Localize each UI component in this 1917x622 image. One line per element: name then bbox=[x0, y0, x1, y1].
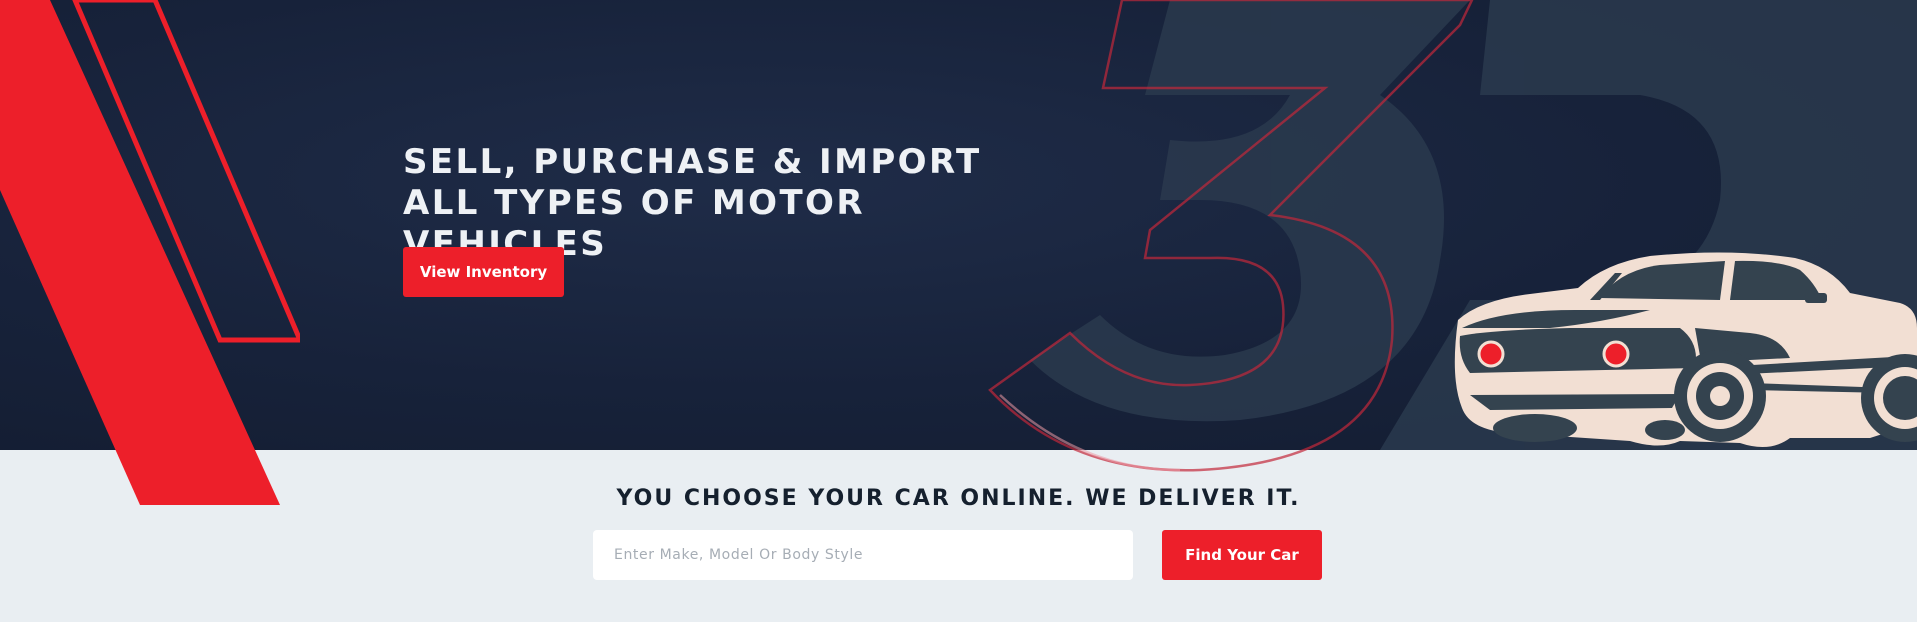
red-stripe-decoration bbox=[0, 0, 300, 505]
car-icon bbox=[1454, 252, 1917, 447]
view-inventory-button[interactable]: View Inventory bbox=[403, 247, 564, 297]
find-your-car-button[interactable]: Find Your Car bbox=[1162, 530, 1322, 580]
search-input[interactable] bbox=[593, 530, 1133, 580]
search-tagline: YOU CHOOSE YOUR CAR ONLINE. WE DELIVER I… bbox=[616, 486, 1301, 511]
